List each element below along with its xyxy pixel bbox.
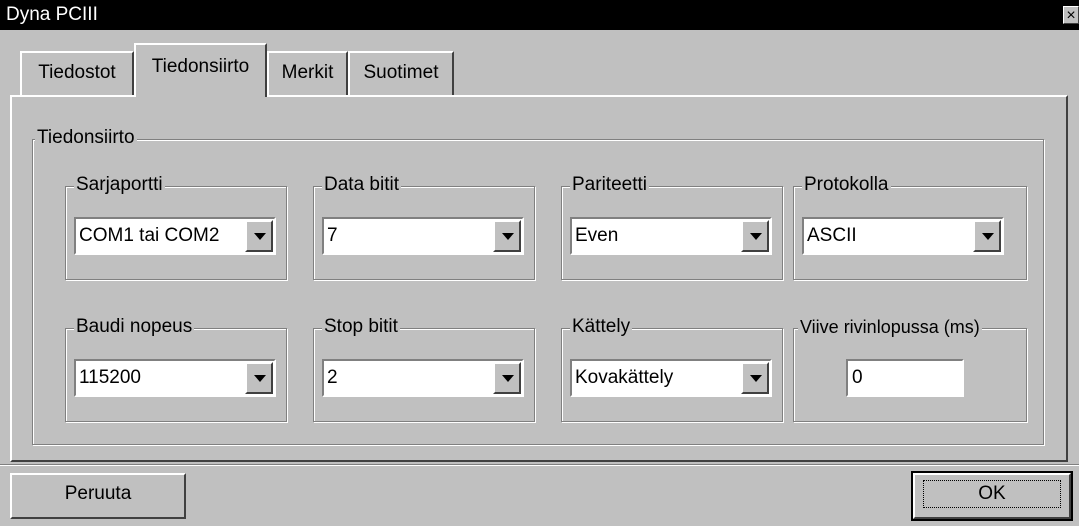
viive-input[interactable]: 0: [846, 359, 964, 397]
group-stop-bitit: Stop bitit 2: [313, 315, 535, 422]
data-bitit-label: Data bitit: [322, 173, 401, 197]
pariteetti-select[interactable]: Even: [570, 217, 772, 255]
chevron-down-icon[interactable]: [741, 362, 769, 394]
kattely-select[interactable]: Kovakättely: [570, 359, 772, 397]
chevron-down-icon[interactable]: [493, 220, 521, 252]
group-viive: Viive rivinlopussa (ms) 0: [793, 315, 1027, 422]
close-icon[interactable]: ×: [1063, 6, 1079, 24]
chevron-down-icon[interactable]: [245, 362, 273, 394]
chevron-down-icon[interactable]: [973, 220, 1001, 252]
viive-label: Viive rivinlopussa (ms): [798, 315, 982, 339]
data-bitit-value: 7: [327, 225, 338, 246]
sarjaportti-value: COM1 tai COM2: [79, 225, 220, 246]
tab-tiedonsiirto[interactable]: Tiedonsiirto: [134, 43, 267, 97]
group-kattely: Kättely Kovakättely: [561, 315, 783, 422]
ok-button-label: OK: [923, 480, 1061, 508]
data-bitit-select[interactable]: 7: [322, 217, 524, 255]
tab-label: Merkit: [281, 62, 334, 83]
protokolla-value: ASCII: [807, 225, 857, 246]
window-title: Dyna PCIII: [6, 4, 98, 25]
footer-separator: [0, 464, 1079, 466]
group-pariteetti: Pariteetti Even: [561, 173, 783, 280]
protokolla-select[interactable]: ASCII: [802, 217, 1004, 255]
title-bar: Dyna PCIII ×: [0, 0, 1079, 30]
kattely-label: Kättely: [570, 315, 633, 339]
tab-suotimet[interactable]: Suotimet: [348, 51, 454, 95]
baudi-select[interactable]: 115200: [74, 359, 276, 397]
sarjaportti-select[interactable]: COM1 tai COM2: [74, 217, 276, 255]
tab-merkit[interactable]: Merkit: [267, 51, 348, 95]
group-tiedonsiirto: Tiedonsiirto Sarjaportti COM1 tai COM2 D…: [32, 126, 1044, 445]
group-data-bitit: Data bitit 7: [313, 173, 535, 280]
tab-panel: Tiedonsiirto Sarjaportti COM1 tai COM2 D…: [10, 95, 1068, 462]
pariteetti-label: Pariteetti: [570, 173, 649, 197]
ok-button[interactable]: OK: [911, 471, 1073, 521]
group-sarjaportti: Sarjaportti COM1 tai COM2: [65, 173, 287, 280]
protokolla-label: Protokolla: [802, 173, 891, 197]
stop-bitit-select[interactable]: 2: [322, 359, 524, 397]
group-baudi-nopeus: Baudi nopeus 115200: [65, 315, 287, 422]
tab-label: Suotimet: [363, 62, 439, 83]
tab-tiedostot[interactable]: Tiedostot: [20, 51, 134, 95]
tab-label: Tiedostot: [38, 62, 116, 83]
baudi-value: 115200: [79, 367, 141, 388]
dialog-window: Dyna PCIII × Tiedostot Tiedonsiirto Merk…: [0, 0, 1079, 526]
sarjaportti-label: Sarjaportti: [74, 173, 165, 197]
stop-bitit-value: 2: [327, 367, 338, 388]
baudi-label: Baudi nopeus: [74, 315, 195, 339]
cancel-button[interactable]: Peruuta: [10, 473, 186, 519]
stop-bitit-label: Stop bitit: [322, 315, 400, 339]
chevron-down-icon[interactable]: [493, 362, 521, 394]
tab-label: Tiedonsiirto: [151, 56, 250, 77]
pariteetti-value: Even: [575, 225, 619, 246]
chevron-down-icon[interactable]: [245, 220, 273, 252]
cancel-button-label: Peruuta: [64, 483, 132, 504]
group-title: Tiedonsiirto: [35, 126, 137, 150]
group-protokolla: Protokolla ASCII: [793, 173, 1027, 280]
kattely-value: Kovakättely: [575, 367, 674, 388]
chevron-down-icon[interactable]: [741, 220, 769, 252]
